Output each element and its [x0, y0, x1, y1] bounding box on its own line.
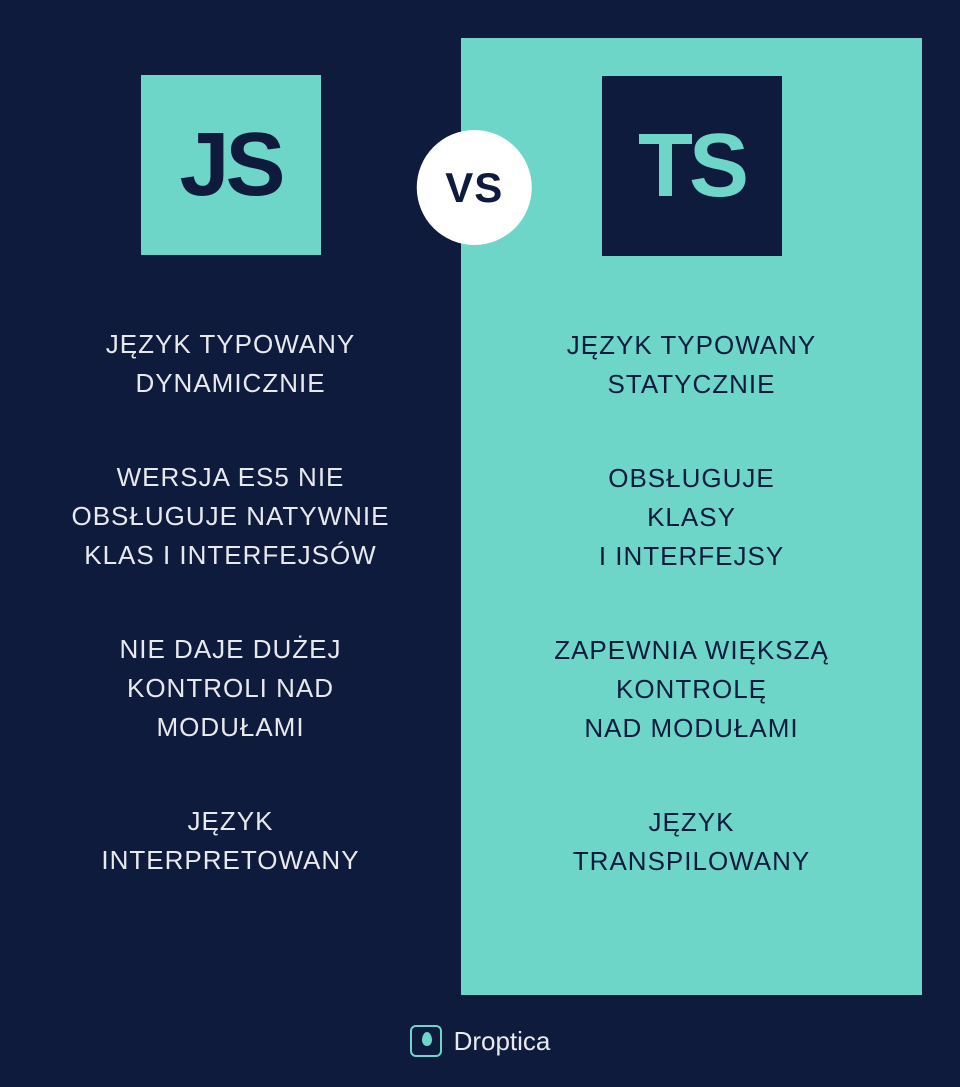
ts-logo-text: TS: [638, 115, 745, 218]
ts-feature-0: JĘZYK TYPOWANY STATYCZNIE: [567, 326, 817, 404]
droptica-logo-icon: [410, 1025, 442, 1057]
ts-logo-box: TS: [602, 76, 782, 256]
js-logo-box: JS: [141, 75, 321, 255]
column-js: JS JĘZYK TYPOWANY DYNAMICZNIE WERSJA ES5…: [0, 0, 461, 995]
ts-feature-2: ZAPEWNIA WIĘKSZĄ KONTROLĘ NAD MODUŁAMI: [554, 631, 829, 748]
footer: Droptica: [0, 1025, 960, 1057]
js-feature-2: NIE DAJE DUŻEJ KONTROLI NAD MODUŁAMI: [119, 630, 341, 747]
vs-badge: VS: [417, 130, 532, 245]
js-feature-3: JĘZYK INTERPRETOWANY: [101, 802, 359, 880]
ts-feature-1: OBSŁUGUJE KLASY I INTERFEJSY: [599, 459, 784, 576]
js-feature-0: JĘZYK TYPOWANY DYNAMICZNIE: [106, 325, 356, 403]
footer-brand: Droptica: [454, 1026, 551, 1057]
js-feature-1: WERSJA ES5 NIE OBSŁUGUJE NATYWNIE KLAS I…: [71, 458, 389, 575]
vs-text: VS: [445, 164, 503, 212]
js-logo-text: JS: [179, 114, 281, 217]
ts-feature-3: JĘZYK TRANSPILOWANY: [573, 803, 810, 881]
